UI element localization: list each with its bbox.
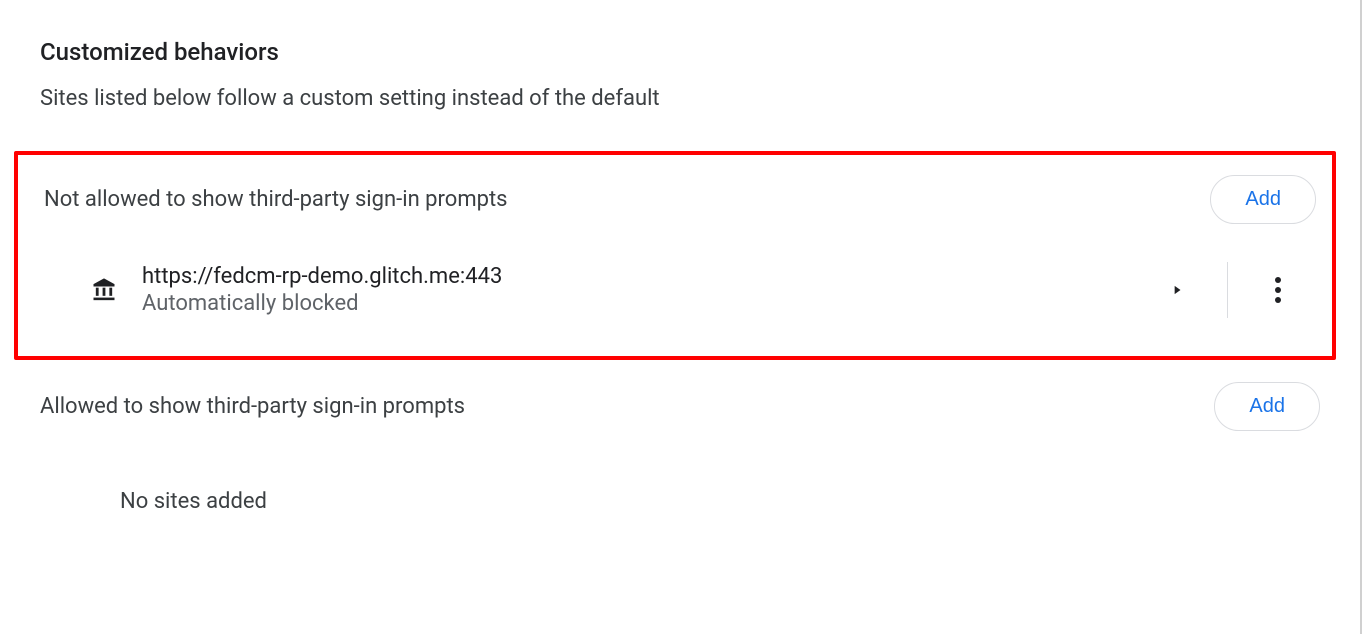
site-status: Automatically blocked [142, 291, 1147, 316]
site-actions [1147, 260, 1316, 320]
allowed-header: Allowed to show third-party sign-in prom… [40, 394, 465, 419]
not-allowed-section: Not allowed to show third-party sign-in … [14, 151, 1336, 360]
site-row[interactable]: https://fedcm-rp-demo.glitch.me:443 Auto… [44, 242, 1316, 320]
more-options-button[interactable] [1248, 260, 1308, 320]
section-title: Customized behaviors [40, 38, 1320, 66]
vertical-divider [1227, 262, 1228, 318]
not-allowed-header-row: Not allowed to show third-party sign-in … [44, 175, 1316, 224]
not-allowed-header: Not allowed to show third-party sign-in … [44, 187, 508, 212]
expand-button[interactable] [1147, 260, 1207, 320]
institution-icon [44, 276, 122, 304]
settings-panel: Customized behaviors Sites listed below … [0, 0, 1362, 634]
allowed-empty-text: No sites added [40, 453, 1320, 514]
add-not-allowed-button[interactable]: Add [1210, 175, 1316, 224]
add-allowed-button[interactable]: Add [1214, 382, 1320, 431]
chevron-right-icon [1170, 283, 1184, 297]
allowed-header-row: Allowed to show third-party sign-in prom… [40, 378, 1320, 435]
site-text-block: https://fedcm-rp-demo.glitch.me:443 Auto… [122, 264, 1147, 316]
section-description: Sites listed below follow a custom setti… [40, 86, 1320, 111]
site-url: https://fedcm-rp-demo.glitch.me:443 [142, 264, 1147, 289]
more-vert-icon [1275, 277, 1281, 303]
